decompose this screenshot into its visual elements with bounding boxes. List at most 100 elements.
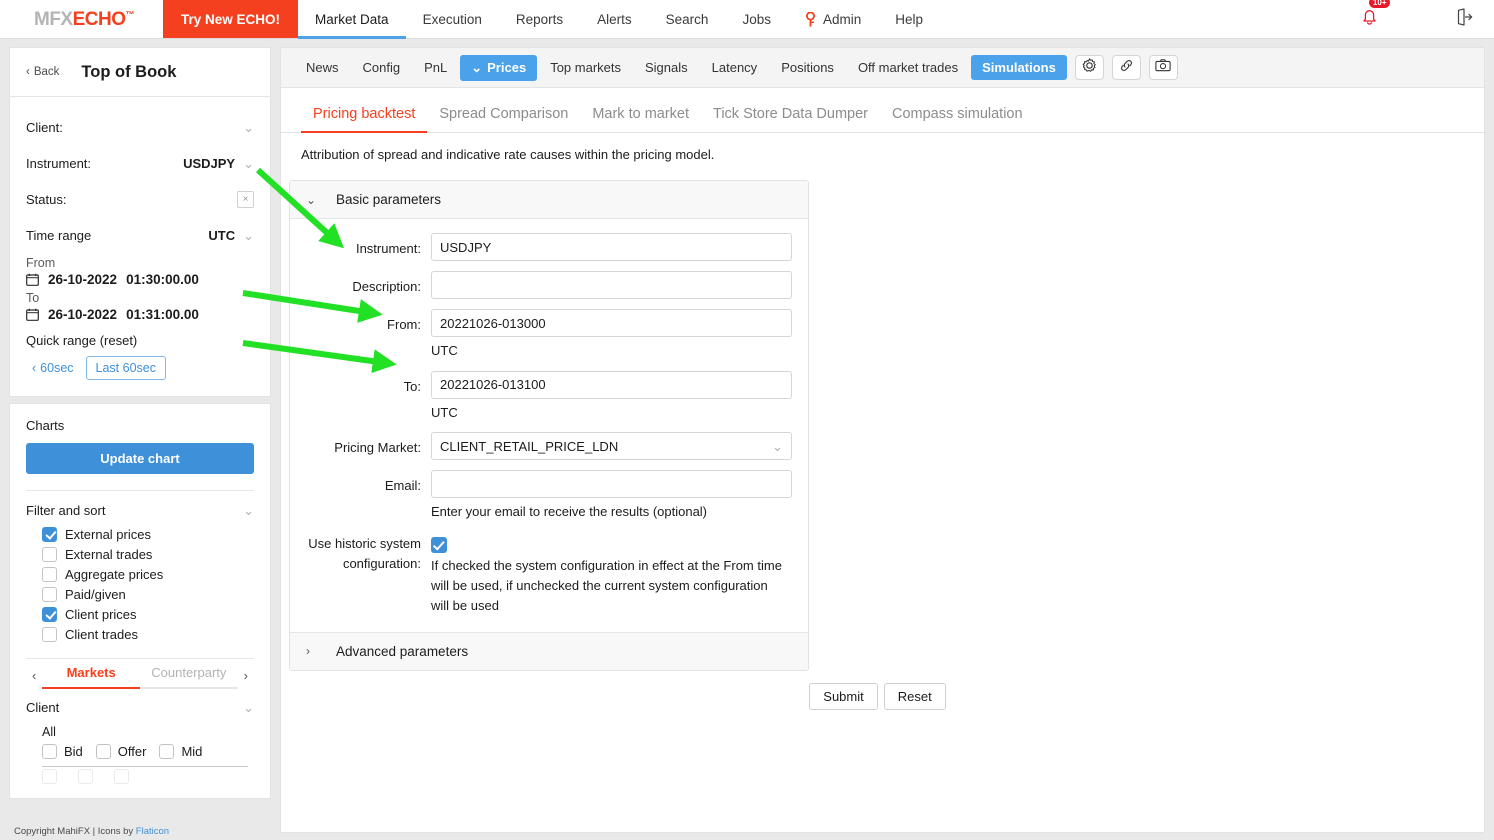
reset-button[interactable]: Reset [883,682,946,710]
from-datetime[interactable]: 26-10-2022 01:30:00.00 [26,272,254,287]
client-field[interactable]: Client: ⌄ [26,109,254,145]
email-input[interactable] [431,470,792,498]
checkbox[interactable] [42,526,57,542]
checkbox-label: Paid/given [65,586,126,602]
form-action-buttons: Submit Reset [281,671,1484,710]
historic-config-checkbox[interactable] [431,536,447,553]
back-button[interactable]: ‹ Back [26,66,59,78]
filter-client-trades[interactable]: Client trades [26,624,254,644]
try-new-echo-button[interactable]: Try New ECHO! [163,0,299,38]
client-group-header[interactable]: Client ⌄ [26,689,254,721]
copyright-text: Copyright MahiFX | Icons by [14,826,136,837]
checkbox-bid[interactable] [42,744,57,759]
tab-counterparty[interactable]: Counterparty [140,661,238,689]
checkbox[interactable] [78,769,94,784]
basic-parameters-header[interactable]: ⌄ Basic parameters [290,181,808,219]
pricing-market-select[interactable]: CLIENT_RETAIL_PRICE_LDN ⌄ [431,432,792,460]
checkbox-label: Client prices [65,606,137,622]
copy-link-button[interactable] [1111,55,1141,80]
checkbox-mid[interactable] [159,744,175,759]
instrument-field[interactable]: Instrument: USDJPY ⌄ [26,145,254,181]
chevron-down-icon[interactable]: ⌄ [243,121,254,134]
filter-external-prices[interactable]: External prices [26,524,254,544]
nav-item-alerts[interactable]: Alerts [580,0,649,38]
nav-item-execution[interactable]: Execution [406,0,499,38]
checkbox[interactable] [42,769,57,784]
from-input[interactable] [431,309,792,337]
filter-client-prices[interactable]: Client prices [26,604,254,624]
subtab-compass-simulation[interactable]: Compass simulation [880,102,1035,133]
pricing-market-row: Pricing Market: CLIENT_RETAIL_PRICE_LDN … [306,432,792,460]
subtab-pricing-backtest[interactable]: Pricing backtest [301,102,428,133]
tab-positions[interactable]: Positions [770,55,845,80]
checkbox[interactable] [42,606,57,622]
email-row: Email: Enter your email to receive the r… [306,470,792,522]
nav-label: Search [665,11,709,27]
to-row: To: UTC [306,370,792,423]
subtab-mark-to-market[interactable]: Mark to market [580,102,701,133]
nav-label: Jobs [742,11,771,27]
flaticon-link[interactable]: Flaticon [136,826,169,837]
checkbox[interactable] [42,546,57,562]
tab-latency[interactable]: Latency [701,55,769,80]
tab-pnl[interactable]: PnL [413,55,458,80]
nav-right-group: 10+ [1345,0,1494,38]
checkbox-offer[interactable] [95,744,111,759]
update-chart-button[interactable]: Update chart [26,443,254,474]
nav-item-admin[interactable]: Admin [788,0,878,38]
tab-signals[interactable]: Signals [634,55,699,80]
filter-and-sort-header[interactable]: Filter and sort ⌄ [26,491,254,524]
nav-item-jobs[interactable]: Jobs [725,0,788,38]
tab-config[interactable]: Config [352,55,412,80]
to-input[interactable] [431,370,792,399]
screenshot-button[interactable] [1148,55,1178,80]
nav-label: Reports [515,11,564,27]
quick-range-prev-60sec[interactable]: ‹ 60sec [26,357,80,379]
chevron-down-icon[interactable]: ⌄ [243,701,254,714]
nav-item-search[interactable]: Search [649,0,726,38]
chevron-down-icon[interactable]: ⌄ [243,504,254,517]
panel-header: ‹ Back Top of Book [10,48,270,96]
submit-button[interactable]: Submit [809,682,878,710]
instrument-value: USDJPY [183,155,236,171]
settings-button[interactable] [1074,55,1104,80]
notifications-button[interactable]: 10+ [1345,0,1394,32]
tabs-next-arrow[interactable]: › [238,668,254,683]
offer-label: Offer [117,744,147,759]
tab-prices[interactable]: ⌄ Prices [460,54,538,81]
filter-aggregate-prices[interactable]: Aggregate prices [26,564,254,584]
nav-item-reports[interactable]: Reports [499,0,580,38]
side-options-row-partial [26,769,254,784]
tab-news[interactable]: News [295,55,350,80]
nav-item-help[interactable]: Help [878,0,940,38]
tab-markets[interactable]: Markets [42,661,140,689]
tabs-prev-arrow[interactable]: ‹ [26,668,42,683]
top-of-book-panel: ‹ Back Top of Book Client: ⌄ Instrument:… [9,47,271,397]
subtab-tick-store-data-dumper[interactable]: Tick Store Data Dumper [701,102,880,133]
filter-paid-given[interactable]: Paid/given [26,584,254,604]
checkbox[interactable] [114,769,130,784]
chevron-down-icon[interactable]: ⌄ [243,157,254,170]
chevron-down-icon[interactable]: ⌄ [243,229,254,242]
checkbox[interactable] [42,566,57,582]
to-datetime[interactable]: 26-10-2022 01:31:00.00 [26,307,254,322]
logout-button[interactable] [1394,7,1494,32]
tab-top-markets[interactable]: Top markets [539,55,632,80]
tab-off-market-trades[interactable]: Off market trades [847,55,969,80]
quick-range-last-60sec[interactable]: Last 60sec [85,356,166,380]
advanced-parameters-header[interactable]: › Advanced parameters [290,631,808,670]
checkbox[interactable] [42,626,57,642]
tab-simulations[interactable]: Simulations [971,55,1067,80]
nav-item-market-data[interactable]: Market Data [298,0,406,39]
status-clear-button[interactable]: × [237,190,254,208]
instrument-input[interactable] [431,233,792,261]
brand-logo[interactable]: MFXECHO™ [0,0,163,38]
nav-items: Market Data Execution Reports Alerts Sea… [298,0,940,39]
filter-external-trades[interactable]: External trades [26,544,254,564]
email-hint: Enter your email to receive the results … [431,504,708,519]
subtab-spread-comparison[interactable]: Spread Comparison [427,102,580,133]
time-range-field[interactable]: Time range UTC ⌄ [26,217,254,253]
from-label: From [26,256,56,270]
description-input[interactable] [431,271,792,299]
checkbox[interactable] [42,586,57,602]
